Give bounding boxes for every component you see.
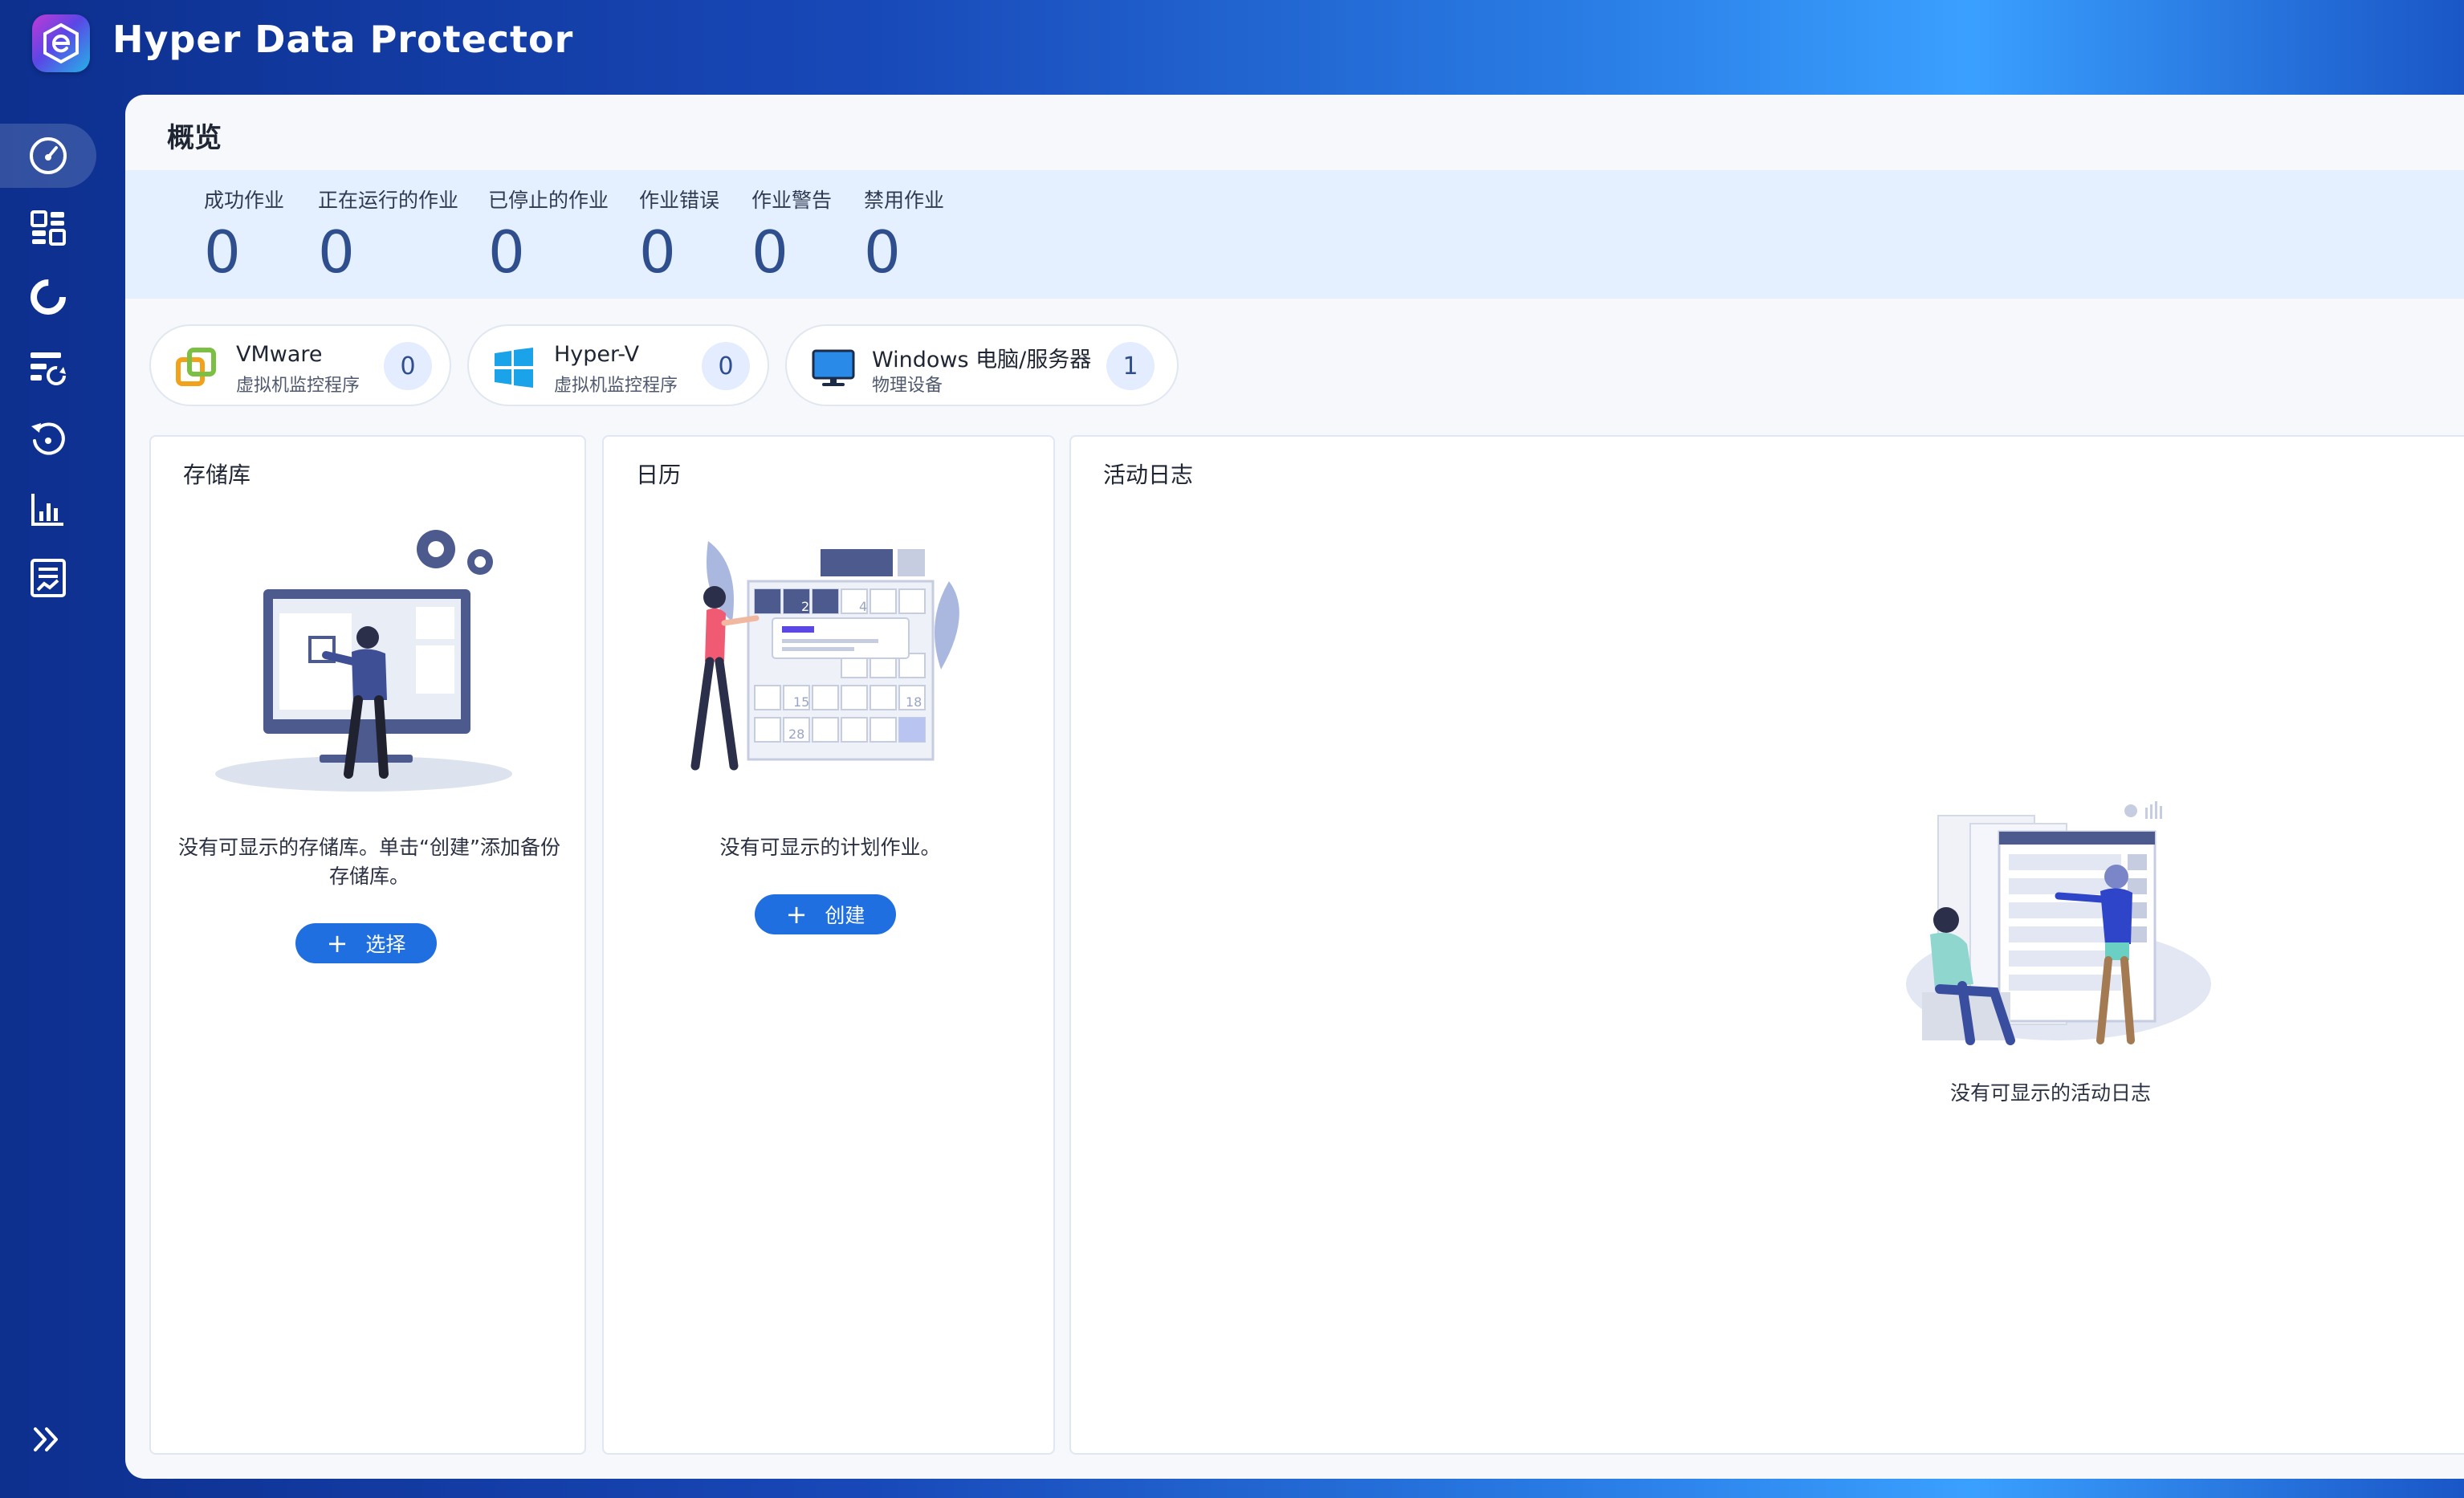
platform-count-badge: 0 (702, 342, 750, 390)
job-stats-strip: 成功作业 0 正在运行的作业 0 已停止的作业 0 作业错误 0 作业警告 0 … (125, 170, 2464, 299)
stat-value: 0 (318, 218, 355, 286)
select-button-label: 选择 (365, 933, 406, 956)
nav-restore[interactable] (0, 406, 96, 470)
calendar-empty-text: 没有可显示的计划作业。 (719, 836, 941, 859)
calendar-card: 日历 2 4 15 18 28 没有可显示的计划作业。 + 创建 (602, 435, 1055, 1455)
stat-label: 作业错误 (639, 189, 720, 212)
vmware-icon (176, 348, 216, 386)
calendar-day: 2 (801, 599, 809, 614)
platform-count-badge: 1 (1106, 342, 1155, 390)
create-button-label: 创建 (825, 904, 865, 927)
calendar-day: 18 (906, 694, 922, 710)
calendar-day: 4 (859, 599, 867, 614)
platform-type: 物理设备 (872, 376, 943, 396)
app-logo-icon (32, 14, 90, 72)
stat-running[interactable]: 正在运行的作业 0 (318, 185, 458, 281)
sidebar (0, 88, 125, 1498)
calendar-day: 28 (788, 727, 804, 742)
app-title: Hyper Data Protector (112, 18, 574, 61)
platform-type: 虚拟机监控程序 (554, 376, 678, 396)
overview-icon (30, 137, 67, 174)
activity-log-card: 活动日志 没有可显示的活动日志 (1069, 435, 2464, 1455)
reports-icon (31, 494, 63, 526)
nav-reports[interactable] (0, 477, 96, 541)
dashboard-icon (31, 210, 66, 246)
stat-errors[interactable]: 作业错误 0 (639, 185, 719, 281)
platform-vmware[interactable]: VMware 虚拟机监控程序 0 (149, 324, 451, 406)
calendar-illustration: 2 4 15 18 28 (690, 541, 959, 771)
card-title: 日历 (636, 462, 682, 488)
platform-hyper-v[interactable]: Hyper-V 虚拟机监控程序 0 (467, 324, 769, 406)
windows-icon (495, 348, 533, 388)
app-header: Hyper Data Protector (0, 0, 2464, 88)
stat-label: 已停止的作业 (488, 189, 609, 212)
plus-icon: + (326, 928, 348, 959)
activity-empty-text: 没有可显示的活动日志 (1949, 1081, 2151, 1105)
select-button[interactable]: + 选择 (295, 923, 437, 963)
nav-backup-jobs[interactable] (0, 336, 96, 400)
platform-name: VMware (236, 342, 323, 367)
backup-jobs-icon (31, 352, 66, 385)
activity-log-illustration (1906, 801, 2211, 1045)
storage-card: 存储库 没有可显示的存储库。单击“创建”添加备份存储库。 + 选择 (149, 435, 586, 1455)
card-title: 存储库 (183, 462, 251, 488)
expand-icon[interactable] (31, 1423, 64, 1456)
storage-icon (31, 279, 66, 315)
stat-stopped[interactable]: 已停止的作业 0 (488, 185, 609, 281)
restore-icon (31, 422, 65, 455)
stat-value: 0 (204, 218, 241, 286)
storage-illustration (215, 530, 512, 792)
create-button[interactable]: + 创建 (755, 894, 896, 934)
stat-warnings[interactable]: 作业警告 0 (751, 185, 832, 281)
platform-windows-pc[interactable]: Windows 电脑/服务器 物理设备 1 (785, 324, 1179, 406)
nav-logs[interactable] (0, 546, 96, 610)
stat-value: 0 (639, 218, 676, 286)
monitor-icon (812, 349, 855, 386)
nav-overview[interactable] (0, 124, 96, 188)
nav-storage[interactable] (0, 265, 96, 329)
platform-name: Hyper-V (554, 342, 640, 367)
platform-count-badge: 0 (384, 342, 432, 390)
page-title: 概览 (167, 122, 222, 154)
stat-label: 成功作业 (204, 189, 285, 212)
stat-success[interactable]: 成功作业 0 (204, 185, 284, 281)
stat-value: 0 (488, 218, 525, 286)
calendar-day: 15 (793, 694, 809, 710)
plus-icon: + (785, 899, 808, 930)
stat-disabled[interactable]: 禁用作业 0 (864, 185, 944, 281)
logs-icon (31, 559, 66, 597)
stat-label: 作业警告 (751, 189, 833, 212)
main-panel: 概览 成功作业 0 正在运行的作业 0 已停止的作业 0 作业错误 0 作业警告… (125, 95, 2464, 1479)
storage-empty-text: 没有可显示的存储库。单击“创建”添加备份存储库。 (178, 836, 560, 888)
stat-value: 0 (864, 218, 901, 286)
platform-type: 虚拟机监控程序 (236, 376, 360, 396)
card-title: 活动日志 (1103, 462, 1194, 488)
nav-dashboard[interactable] (0, 196, 96, 260)
stat-label: 禁用作业 (864, 189, 945, 212)
platform-name: Windows 电脑/服务器 (872, 348, 1092, 372)
stat-value: 0 (751, 218, 788, 286)
stat-label: 正在运行的作业 (318, 189, 459, 212)
